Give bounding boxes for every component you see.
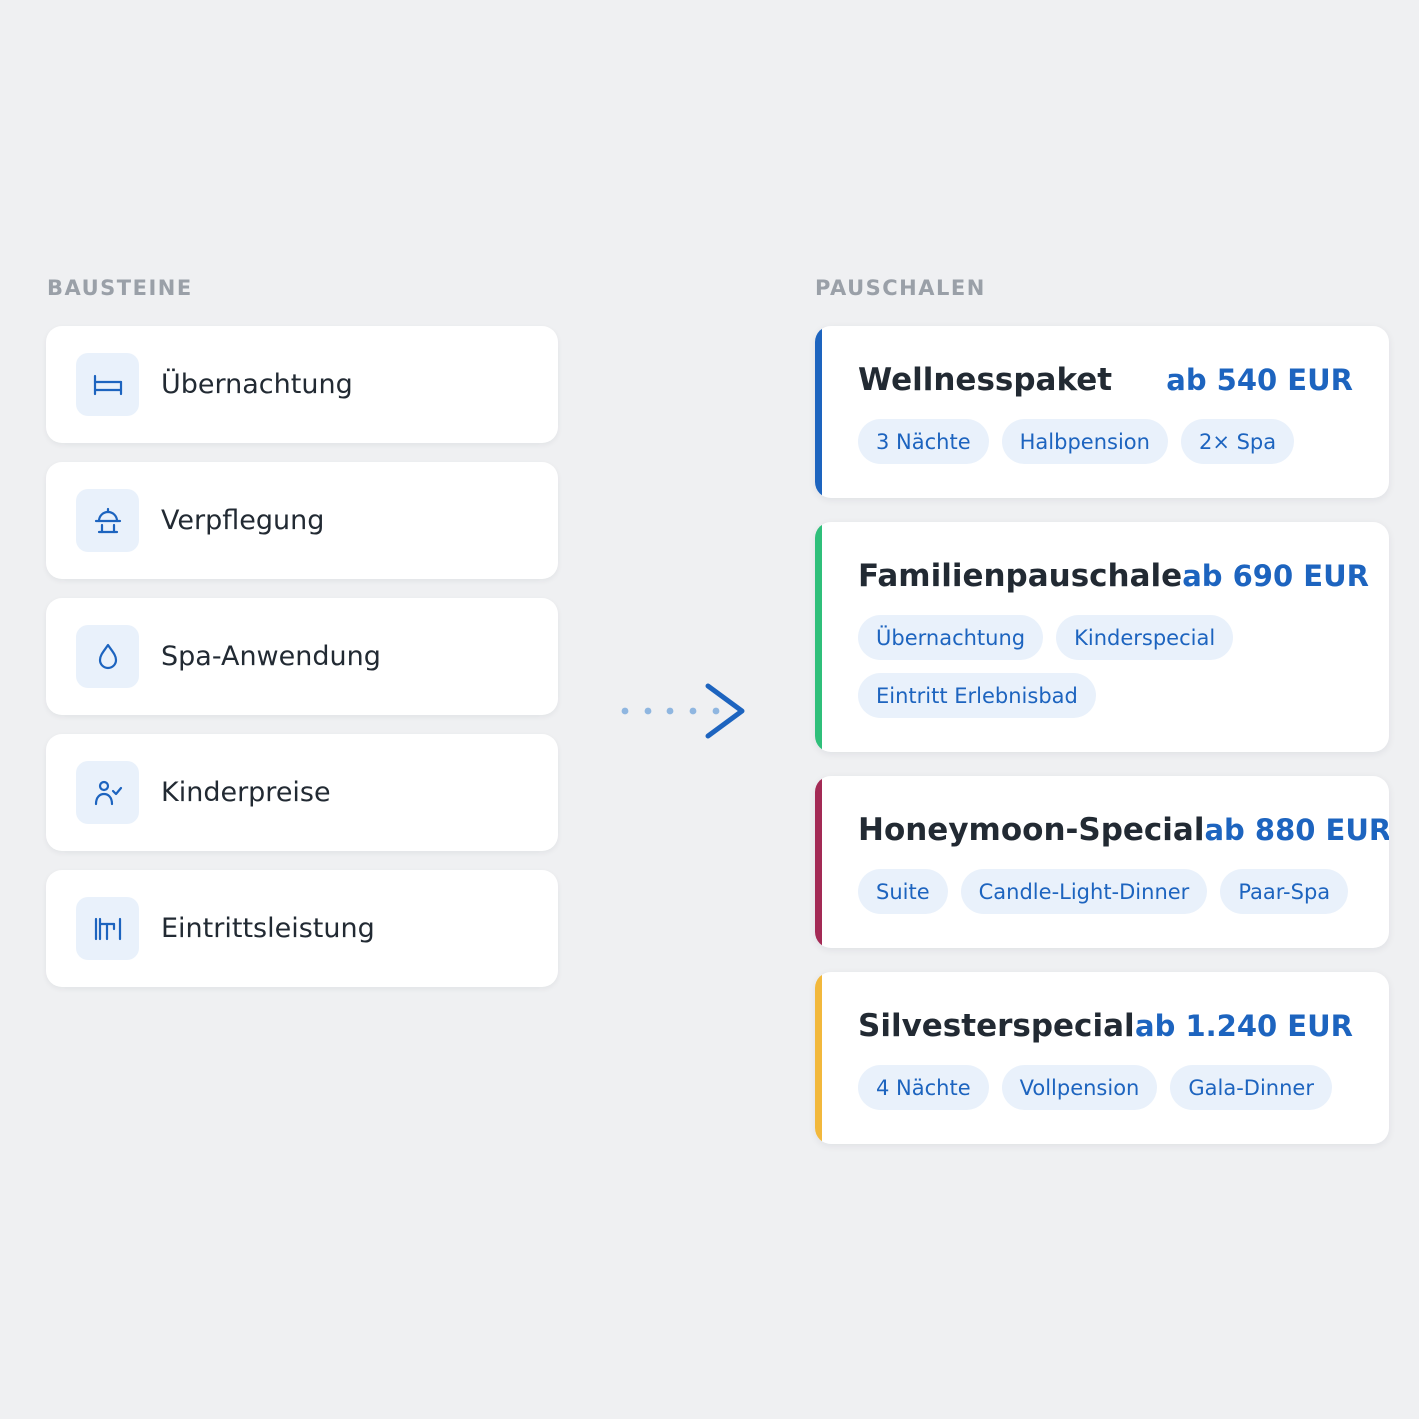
block-eintrittsleistung[interactable]: Eintrittsleistung — [46, 870, 558, 987]
block-spa-anwendung[interactable]: Spa-Anwendung — [46, 598, 558, 715]
water-drop-icon — [76, 625, 139, 688]
package-tag: 2× Spa — [1180, 419, 1295, 464]
package-name: Honeymoon-Special — [858, 812, 1205, 848]
package-tag: Candle-Light-Dinner — [960, 869, 1208, 914]
block-label: Spa-Anwendung — [161, 641, 381, 672]
package-tags: Übernachtung Kinderspecial Eintritt Erle… — [858, 615, 1258, 718]
dining-icon — [76, 489, 139, 552]
block-label: Übernachtung — [161, 369, 353, 400]
bed-icon — [76, 353, 139, 416]
block-kinderpreise[interactable]: Kinderpreise — [46, 734, 558, 851]
child-check-icon — [76, 761, 139, 824]
block-label: Kinderpreise — [161, 777, 331, 808]
block-uebernachtung[interactable]: Übernachtung — [46, 326, 558, 443]
block-label: Verpflegung — [161, 505, 325, 536]
package-tag: Übernachtung — [858, 615, 1044, 660]
package-tag: Kinderspecial — [1056, 615, 1234, 660]
package-card-silvesterspecial[interactable]: Silvesterspecial ab 1.240 EUR 4 Nächte V… — [815, 972, 1389, 1144]
block-verpflegung[interactable]: Verpflegung — [46, 462, 558, 579]
page: BAUSTEINE PAUSCHALEN Übernachtung Verpfl… — [0, 0, 1419, 1419]
package-tag: Gala-Dinner — [1170, 1065, 1332, 1110]
package-card-familienpauschale[interactable]: Familienpauschale ab 690 EUR Übernachtun… — [815, 522, 1389, 752]
pauschalen-list: Wellnesspaket ab 540 EUR 3 Nächte Halbpe… — [815, 326, 1389, 1168]
package-name: Wellnesspaket — [858, 362, 1113, 398]
package-tags: Suite Candle-Light-Dinner Paar-Spa — [858, 869, 1353, 914]
package-price: ab 1.240 EUR — [1135, 1009, 1353, 1043]
package-tags: 4 Nächte Vollpension Gala-Dinner — [858, 1065, 1353, 1110]
package-tags: 3 Nächte Halbpension 2× Spa — [858, 419, 1353, 464]
block-label: Eintrittsleistung — [161, 913, 375, 944]
package-tag: Suite — [858, 869, 948, 914]
bausteine-list: Übernachtung Verpflegung Spa-Anwendung K… — [46, 326, 558, 1006]
flow-arrow-icon — [621, 683, 745, 739]
package-price: ab 880 EUR — [1204, 813, 1389, 847]
package-tag: 3 Nächte — [858, 419, 989, 464]
package-card-honeymoon-special[interactable]: Honeymoon-Special ab 880 EUR Suite Candl… — [815, 776, 1389, 948]
package-name: Silvesterspecial — [858, 1008, 1135, 1044]
package-price: ab 690 EUR — [1182, 559, 1369, 593]
package-price: ab 540 EUR — [1166, 363, 1353, 397]
package-tag: 4 Nächte — [858, 1065, 989, 1110]
package-tag: Eintritt Erlebnisbad — [858, 673, 1096, 718]
package-name: Familienpauschale — [858, 558, 1183, 594]
package-tag: Vollpension — [1001, 1065, 1158, 1110]
ticket-gate-icon — [76, 897, 139, 960]
package-tag: Paar-Spa — [1220, 869, 1349, 914]
bausteine-heading: BAUSTEINE — [47, 276, 193, 300]
package-tag: Halbpension — [1001, 419, 1168, 464]
package-card-wellnesspaket[interactable]: Wellnesspaket ab 540 EUR 3 Nächte Halbpe… — [815, 326, 1389, 498]
pauschalen-heading: PAUSCHALEN — [815, 276, 986, 300]
